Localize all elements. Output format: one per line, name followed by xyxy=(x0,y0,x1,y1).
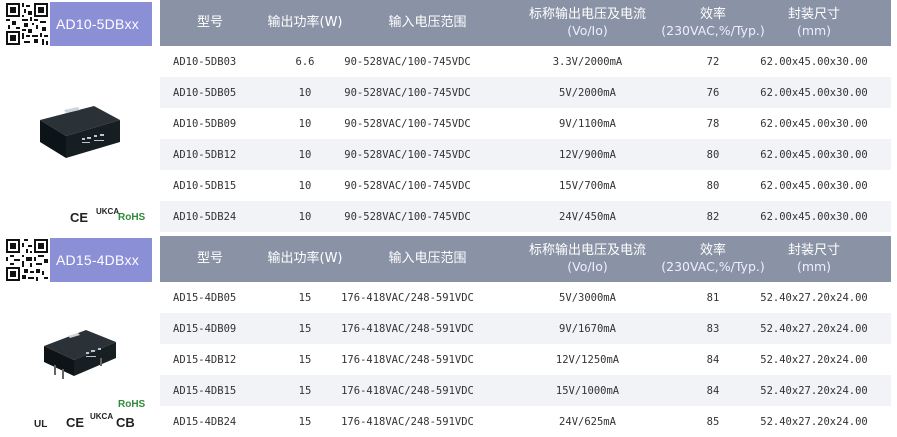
cell-input: 90-528VAC/100-745VDC xyxy=(344,86,471,99)
cert-marks: CE UKCA RoHS xyxy=(70,207,152,227)
product-block-ad15: AD15-4DBxx RoHS UL CE UKCA CB 型号 输出功率(W)… xyxy=(0,236,897,437)
table-row[interactable]: AD15-4DB24 15 176-418VAC/248-591VDC 24V/… xyxy=(160,406,891,437)
product-panel: AD15-4DBxx RoHS UL CE UKCA CB xyxy=(0,236,152,437)
cell-size: 62.00x45.00x30.00 xyxy=(760,148,868,161)
qr-code-icon[interactable] xyxy=(6,239,48,281)
cell-input: 176-418VAC/248-591VDC xyxy=(341,384,474,397)
ukca-icon: UKCA xyxy=(96,207,120,216)
product-block-ad10: AD10-5DBxx CE UKCA RoHS 型号 输出功率(W) 输入电压范… xyxy=(0,0,897,232)
table-header: 型号 输出功率(W) 输入电压范围 标称输出电压及电流 (Vo/Io) 效率 (23… xyxy=(160,236,891,282)
table-row[interactable]: AD10-5DB24 10 90-528VAC/100-745VDC 24V/4… xyxy=(160,201,891,232)
cell-output: 15V/700mA xyxy=(559,179,616,192)
series-tag[interactable]: AD10-5DBxx xyxy=(50,2,152,46)
ul-icon: UL xyxy=(34,419,48,430)
cell-output: 3.3V/2000mA xyxy=(552,55,623,68)
cell-output: 12V/900mA xyxy=(559,148,616,161)
ukca-icon: UKCA xyxy=(90,412,114,421)
cell-size: 52.40x27.20x24.00 xyxy=(760,291,868,304)
table-body: AD10-5DB03 6.6 90-528VAC/100-745VDC 3.3V… xyxy=(160,46,891,232)
rohs-icon: RoHS xyxy=(118,212,146,223)
cell-output: 12V/1250mA xyxy=(555,353,620,366)
table-row[interactable]: AD10-5DB09 10 90-528VAC/100-745VDC 9V/11… xyxy=(160,108,891,139)
cell-output: 5V/2000mA xyxy=(559,86,616,99)
product-image-ad15 xyxy=(40,320,120,382)
cell-output: 9V/1100mA xyxy=(559,117,616,130)
cell-output: 5V/3000mA xyxy=(559,291,616,304)
cell-size: 62.00x45.00x30.00 xyxy=(760,55,868,68)
cb-icon: CB xyxy=(116,415,135,430)
cell-input: 176-418VAC/248-591VDC xyxy=(341,353,474,366)
table-row[interactable]: AD15-4DB12 15 176-418VAC/248-591VDC 12V/… xyxy=(160,344,891,375)
table-row[interactable]: AD15-4DB15 15 176-418VAC/248-591VDC 15V/… xyxy=(160,375,891,406)
cell-output: 15V/1000mA xyxy=(555,384,620,397)
rohs-icon: RoHS xyxy=(118,399,146,410)
cell-input: 90-528VAC/100-745VDC xyxy=(344,179,471,192)
spec-table-ad15: 型号 输出功率(W) 输入电压范围 标称输出电压及电流 (Vo/Io) 效率 (23… xyxy=(160,236,891,437)
col-size: 封装尺寸 (mm) xyxy=(787,7,840,38)
table-row[interactable]: AD15-4DB09 15 176-418VAC/248-591VDC 9V/1… xyxy=(160,313,891,344)
col-model: 型号 xyxy=(196,15,223,30)
cert-marks: RoHS UL CE UKCA CB xyxy=(14,399,154,435)
col-output: 标称输出电压及电流 (Vo/Io) xyxy=(528,7,646,38)
ce-icon: CE xyxy=(66,415,85,430)
cell-output: 24V/625mA xyxy=(559,415,616,428)
cell-size: 52.40x27.20x24.00 xyxy=(760,322,868,335)
cell-input: 90-528VAC/100-745VDC xyxy=(344,55,471,68)
cell-input: 176-418VAC/248-591VDC xyxy=(341,322,474,335)
cell-output: 24V/450mA xyxy=(559,210,616,223)
ce-icon: CE xyxy=(70,210,89,225)
table-row[interactable]: AD10-5DB12 10 90-528VAC/100-745VDC 12V/9… xyxy=(160,139,891,170)
cell-size: 62.00x45.00x30.00 xyxy=(760,86,868,99)
cell-input: 176-418VAC/248-591VDC xyxy=(341,415,474,428)
col-size: 封装尺寸 (mm) xyxy=(787,243,840,274)
cell-output: 9V/1670mA xyxy=(559,322,616,335)
col-input: 输入电压范围 xyxy=(388,15,467,30)
cell-size: 52.40x27.20x24.00 xyxy=(760,353,868,366)
col-output: 标称输出电压及电流 (Vo/Io) xyxy=(528,243,646,274)
table-body: AD15-4DB05 15 176-418VAC/248-591VDC 5V/3… xyxy=(160,282,891,437)
table-row[interactable]: AD10-5DB15 10 90-528VAC/100-745VDC 15V/7… xyxy=(160,170,891,201)
table-row[interactable]: AD10-5DB03 6.6 90-528VAC/100-745VDC 3.3V… xyxy=(160,46,891,77)
cell-size: 52.40x27.20x24.00 xyxy=(760,384,868,397)
table-row[interactable]: AD10-5DB05 10 90-528VAC/100-745VDC 5V/20… xyxy=(160,77,891,108)
product-image-ad10 xyxy=(34,100,124,160)
cell-size: 62.00x45.00x30.00 xyxy=(760,179,868,192)
spec-table-ad10: 型号 输出功率(W) 输入电压范围 标称输出电压及电流 (Vo/Io) 效率 (23… xyxy=(160,0,891,232)
cell-size: 62.00x45.00x30.00 xyxy=(760,117,868,130)
cell-input: 176-418VAC/248-591VDC xyxy=(341,291,474,304)
table-header: 型号 输出功率(W) 输入电压范围 标称输出电压及电流 (Vo/Io) 效率 (23… xyxy=(160,0,891,46)
cell-input: 90-528VAC/100-745VDC xyxy=(344,117,471,130)
cell-size: 52.40x27.20x24.00 xyxy=(760,415,868,428)
cell-size: 62.00x45.00x30.00 xyxy=(760,210,868,223)
series-tag[interactable]: AD15-4DBxx xyxy=(50,238,152,282)
cell-input: 90-528VAC/100-745VDC xyxy=(344,148,471,161)
col-model: 型号 xyxy=(196,251,223,266)
cell-input: 90-528VAC/100-745VDC xyxy=(344,210,471,223)
col-input: 输入电压范围 xyxy=(388,251,467,266)
qr-code-icon[interactable] xyxy=(6,3,48,45)
product-panel: AD10-5DBxx CE UKCA RoHS xyxy=(0,0,152,231)
table-row[interactable]: AD15-4DB05 15 176-418VAC/248-591VDC 5V/3… xyxy=(160,282,891,313)
